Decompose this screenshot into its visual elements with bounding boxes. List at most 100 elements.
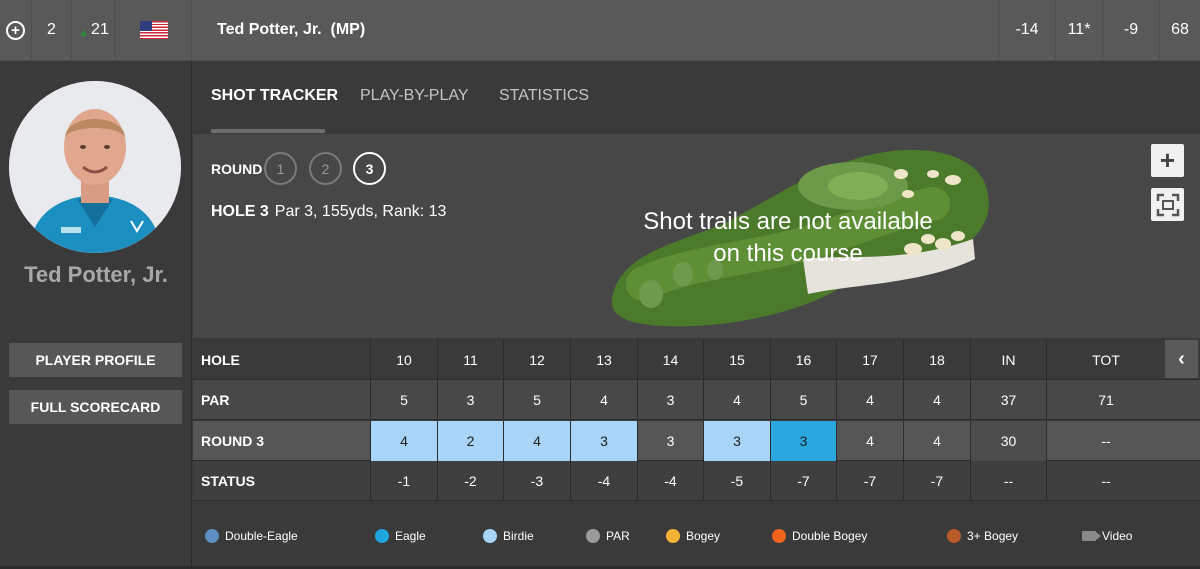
- full-scorecard-button[interactable]: FULL SCORECARD: [9, 390, 182, 424]
- status-row: STATUS -1 -2 -3 -4 -4 -5 -7 -7 -7 -- --: [193, 461, 1200, 501]
- legend-label: Double-Eagle: [225, 529, 298, 543]
- thru: 11*: [1056, 0, 1103, 60]
- usa-flag-icon: [139, 21, 168, 39]
- tab-play-by-play[interactable]: PLAY-BY-PLAY: [360, 87, 469, 105]
- tab-bar: SHOT TRACKER PLAY-BY-PLAY STATISTICS: [193, 62, 1200, 134]
- zoom-in-button[interactable]: +: [1151, 144, 1184, 177]
- hole-cell: 14: [637, 339, 703, 380]
- legend-item: Eagle: [375, 529, 426, 543]
- round-score-cell: 30: [970, 421, 1046, 461]
- legend-label: Eagle: [395, 529, 426, 543]
- status-cell: --: [970, 461, 1046, 501]
- up-arrow-icon: ▲: [78, 27, 90, 39]
- hole-number: HOLE 3: [211, 203, 269, 220]
- position-movement: ▲ 21: [72, 0, 116, 60]
- round-score-cell: 2: [437, 421, 503, 461]
- round-score-cell: --: [1046, 421, 1165, 461]
- legend-label: Video: [1102, 529, 1133, 543]
- legend-dot-icon: [205, 529, 219, 543]
- par-cell: 71: [1046, 380, 1165, 420]
- message-line-2: on this course: [713, 240, 863, 268]
- legend-dot-icon: [947, 529, 961, 543]
- chevron-left-icon: ‹: [1178, 347, 1185, 370]
- leaderboard-row: + 2 ▲ 21 Ted Potter, Jr. (MP) -14 11* -9…: [0, 0, 1200, 61]
- add-player-button[interactable]: +: [0, 0, 32, 60]
- tab-shot-tracker[interactable]: SHOT TRACKER: [211, 87, 338, 105]
- par-cell: 4: [836, 380, 903, 420]
- legend-dot-icon: [772, 529, 786, 543]
- par-cell: 5: [770, 380, 836, 420]
- shot-trails-message: Shot trails are not available on this co…: [593, 206, 983, 271]
- par-label: PAR: [201, 392, 230, 408]
- status-cell: -7: [770, 461, 836, 501]
- legend-item: PAR: [586, 529, 630, 543]
- status-cell: -5: [703, 461, 770, 501]
- fullscreen-button[interactable]: [1151, 188, 1184, 221]
- video-camera-icon: [1082, 531, 1101, 541]
- legend-label: Birdie: [503, 529, 534, 543]
- player-name-header[interactable]: Ted Potter, Jr. (MP): [192, 0, 999, 60]
- hole-cell: 17: [836, 339, 903, 380]
- message-line-1: Shot trails are not available: [643, 208, 933, 235]
- par-cell: 4: [703, 380, 770, 420]
- status-cell: -2: [437, 461, 503, 501]
- hole-cell: 11: [437, 339, 503, 380]
- par-cell: 5: [370, 380, 437, 420]
- par-cell: 5: [503, 380, 570, 420]
- round-score-cell: 3: [570, 421, 637, 461]
- legend-label: Double Bogey: [792, 529, 868, 543]
- status-label: STATUS: [201, 473, 255, 489]
- round-3-button[interactable]: 3: [353, 152, 386, 185]
- to-par: -14: [999, 0, 1056, 60]
- country-flag: [116, 0, 192, 60]
- round-score-cell: 4: [836, 421, 903, 461]
- hole-cell: 13: [570, 339, 637, 380]
- par-cell: 3: [437, 380, 503, 420]
- tab-statistics[interactable]: STATISTICS: [499, 87, 589, 105]
- shot-tracker-panel: ROUND 1 2 3 HOLE 3 Par 3, 155yds, Rank: 1…: [193, 134, 1200, 338]
- legend-item: Video: [1082, 529, 1132, 543]
- status-cell: -7: [903, 461, 970, 501]
- status-cell: -3: [503, 461, 570, 501]
- par-cell: 37: [970, 380, 1046, 420]
- legend-label: Bogey: [686, 529, 721, 543]
- hole-cell: 15: [703, 339, 770, 380]
- hole-row: HOLE 10 11 12 13 14 15 16 17 18 IN TOT: [193, 339, 1200, 380]
- legend-item: Double-Eagle: [205, 529, 298, 543]
- hole-cell: 16: [770, 339, 836, 380]
- legend-item: Bogey: [666, 529, 720, 543]
- movement-value: 21: [91, 21, 109, 38]
- status-cell: -1: [370, 461, 437, 501]
- fullscreen-icon: [1156, 193, 1179, 216]
- hole-cell: TOT: [1046, 339, 1165, 380]
- hole-cell: IN: [970, 339, 1046, 380]
- par-cell: 4: [903, 380, 970, 420]
- status-cell: -4: [637, 461, 703, 501]
- hole-cell: 12: [503, 339, 570, 380]
- round-score: 68: [1171, 21, 1189, 38]
- legend-dot-icon: [666, 529, 680, 543]
- hole-cell: 18: [903, 339, 970, 380]
- par-cell: 3: [637, 380, 703, 420]
- hole-details: Par 3, 155yds, Rank: 13: [274, 203, 447, 220]
- round-score-cell: 3: [770, 421, 836, 461]
- previous-holes-button[interactable]: ‹: [1165, 340, 1198, 378]
- round-1-button[interactable]: 1: [264, 152, 297, 185]
- round-row: ROUND 3 4 2 4 3 3 3 3 4 4 30 --: [193, 421, 1200, 461]
- avatar: [9, 81, 181, 253]
- legend-label: 3+ Bogey: [967, 529, 1019, 543]
- plus-circle-icon: +: [6, 20, 25, 40]
- player-profile-button[interactable]: PLAYER PROFILE: [9, 343, 182, 377]
- score-legend: Double-Eagle Eagle Birdie PAR Bogey Double Bo…: [193, 522, 1200, 552]
- active-tab-indicator: [211, 129, 325, 133]
- par-row: PAR 5 3 5 4 3 4 5 4 4 37 71: [193, 380, 1200, 420]
- legend-dot-icon: [586, 529, 600, 543]
- main-panel: SHOT TRACKER PLAY-BY-PLAY STATISTICS ROU…: [193, 62, 1200, 569]
- legend-dot-icon: [483, 529, 497, 543]
- player-name: Ted Potter, Jr.: [24, 262, 168, 287]
- status-cell: -4: [570, 461, 637, 501]
- par-cell: 4: [570, 380, 637, 420]
- round-2-button[interactable]: 2: [309, 152, 342, 185]
- round-score-cell: 3: [637, 421, 703, 461]
- round-score-cell: 4: [370, 421, 437, 461]
